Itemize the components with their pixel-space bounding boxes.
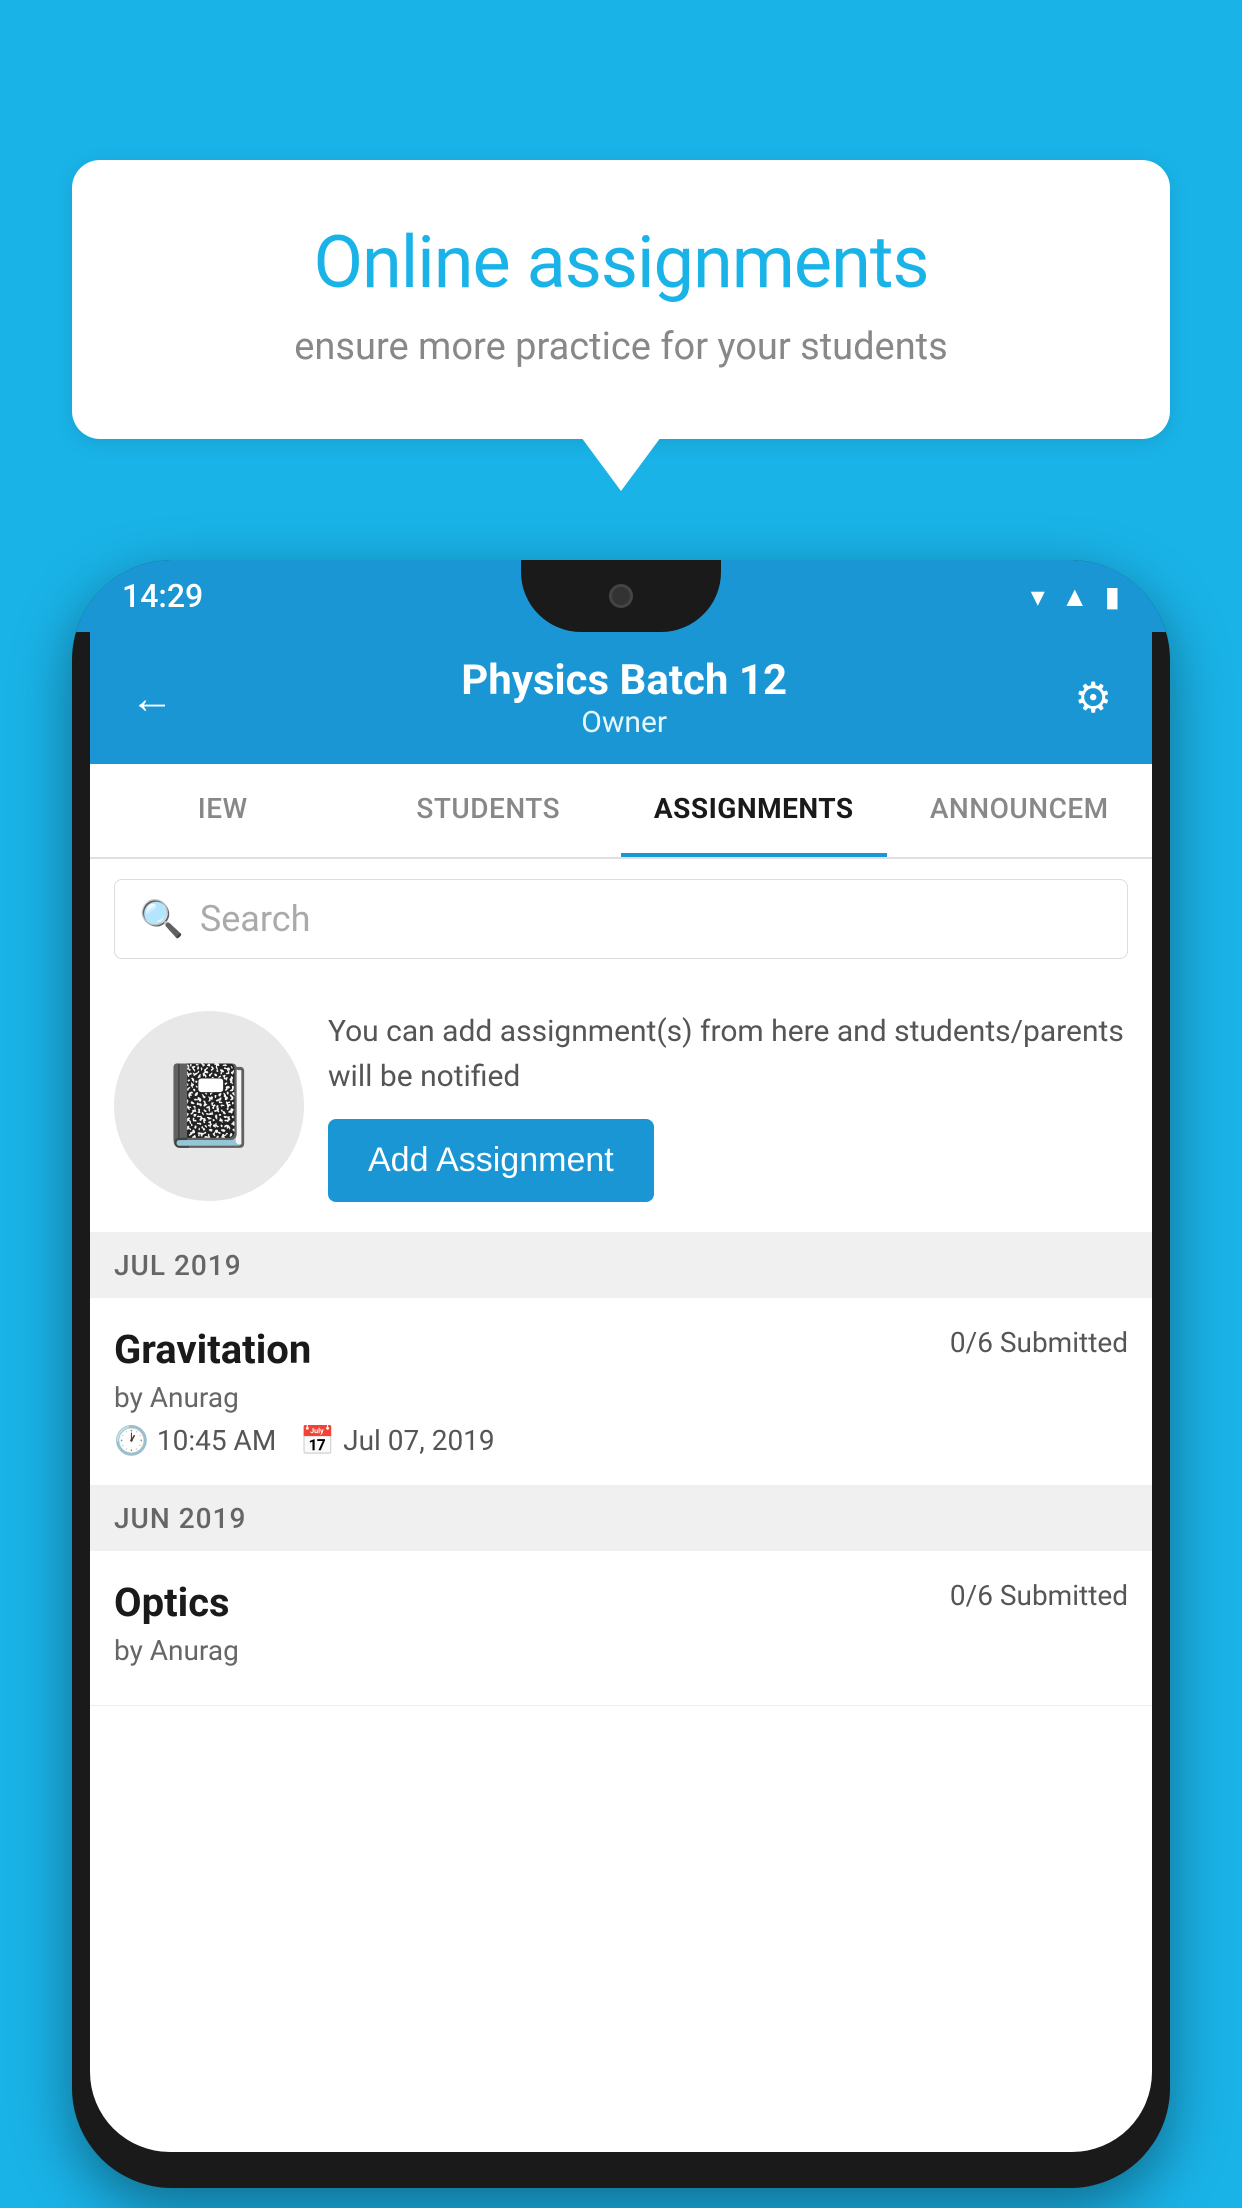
header-title: Physics Batch 12 (461, 656, 787, 705)
status-bar: 14:29 ▾ ▲ ▮ (72, 560, 1170, 632)
month-separator-jun: JUN 2019 (90, 1486, 1152, 1551)
assignment-author: by Anurag (114, 1381, 1128, 1414)
battery-icon: ▮ (1105, 580, 1120, 613)
assignment-time: 10:45 AM (157, 1424, 276, 1457)
assignment-date: Jul 07, 2019 (343, 1424, 495, 1457)
assignment-icon-circle: 📓 (114, 1011, 304, 1201)
camera-notch (609, 584, 633, 608)
info-description: You can add assignment(s) from here and … (328, 1009, 1128, 1099)
phone-container: 14:29 ▾ ▲ ▮ ← Physics Batch 12 Owner ⚙ (72, 560, 1170, 2188)
tab-overview[interactable]: IEW (90, 764, 356, 857)
assignment-submitted-optics: 0/6 Submitted (950, 1579, 1128, 1612)
month-separator-jul: JUL 2019 (90, 1233, 1152, 1298)
search-bar[interactable]: 🔍 Search (114, 879, 1128, 959)
speech-bubble-title: Online assignments (142, 220, 1100, 305)
tab-assignments[interactable]: ASSIGNMENTS (621, 764, 887, 857)
assignment-author-optics: by Anurag (114, 1634, 1128, 1667)
wifi-icon: ▾ (1031, 580, 1045, 613)
search-placeholder: Search (200, 898, 311, 940)
status-time: 14:29 (122, 577, 203, 615)
notch (521, 560, 721, 632)
assignment-name-optics: Optics (114, 1579, 230, 1626)
speech-bubble-container: Online assignments ensure more practice … (72, 160, 1170, 439)
back-button[interactable]: ← (130, 672, 174, 724)
assignment-name: Gravitation (114, 1326, 311, 1373)
tab-students[interactable]: STUDENTS (356, 764, 622, 857)
assignment-item-optics[interactable]: Optics 0/6 Submitted by Anurag (90, 1551, 1152, 1706)
phone-screen: ← Physics Batch 12 Owner ⚙ IEW STUDENTS … (90, 632, 1152, 2152)
phone: 14:29 ▾ ▲ ▮ ← Physics Batch 12 Owner ⚙ (72, 560, 1170, 2188)
assignment-item-gravitation[interactable]: Gravitation 0/6 Submitted by Anurag 🕐 10… (90, 1298, 1152, 1486)
assignment-meta: 🕐 10:45 AM 📅 Jul 07, 2019 (114, 1424, 1128, 1457)
assignment-top: Gravitation 0/6 Submitted (114, 1326, 1128, 1373)
speech-bubble-subtitle: ensure more practice for your students (142, 325, 1100, 369)
info-text-group: You can add assignment(s) from here and … (328, 1009, 1128, 1202)
tabs: IEW STUDENTS ASSIGNMENTS ANNOUNCEM (90, 764, 1152, 859)
meta-time: 🕐 10:45 AM (114, 1424, 276, 1457)
search-icon: 🔍 (139, 898, 184, 940)
speech-bubble: Online assignments ensure more practice … (72, 160, 1170, 439)
calendar-icon: 📅 (300, 1424, 335, 1457)
assignment-submitted: 0/6 Submitted (950, 1326, 1128, 1359)
signal-icon: ▲ (1061, 580, 1089, 613)
header-subtitle: Owner (461, 705, 787, 740)
clock-icon: 🕐 (114, 1424, 149, 1457)
notebook-icon: 📓 (159, 1059, 259, 1153)
meta-date: 📅 Jul 07, 2019 (300, 1424, 494, 1457)
tab-announcements[interactable]: ANNOUNCEM (887, 764, 1153, 857)
assignment-top-optics: Optics 0/6 Submitted (114, 1579, 1128, 1626)
add-assignment-button[interactable]: Add Assignment (328, 1119, 654, 1202)
settings-icon[interactable]: ⚙ (1074, 673, 1112, 723)
status-icons: ▾ ▲ ▮ (1031, 580, 1120, 613)
search-container: 🔍 Search (90, 859, 1152, 979)
app-header: ← Physics Batch 12 Owner ⚙ (90, 632, 1152, 764)
info-card: 📓 You can add assignment(s) from here an… (90, 979, 1152, 1233)
header-title-group: Physics Batch 12 Owner (461, 656, 787, 740)
